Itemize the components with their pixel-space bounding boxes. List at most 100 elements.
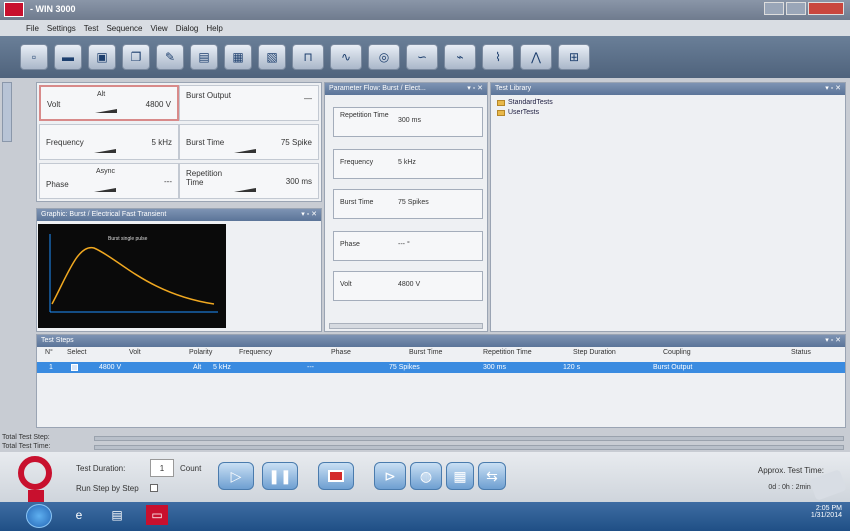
surge-wave-icon[interactable]: ∿: [330, 44, 362, 70]
col-repetition-time: Repetition Time: [483, 349, 532, 356]
export-button[interactable]: ⇆: [478, 462, 506, 490]
flow-repetition-time[interactable]: Repetition Time 300 ms: [333, 107, 483, 137]
app-taskbar-icon[interactable]: ▭: [146, 505, 168, 525]
menu-sequence[interactable]: Sequence: [106, 24, 142, 33]
param-burst-output-value: —: [304, 94, 312, 103]
ramp-wave-icon[interactable]: ⋀: [520, 44, 552, 70]
menu-view[interactable]: View: [151, 24, 168, 33]
pulse-curve: [49, 234, 218, 313]
ring-wave-icon[interactable]: ◎: [368, 44, 400, 70]
burst-pulse-plot: Burst single pulse: [38, 224, 226, 328]
stop-button[interactable]: [318, 462, 354, 490]
menu-help[interactable]: Help: [206, 24, 222, 33]
window-title: - WIN 3000: [30, 4, 76, 14]
app-brand-icon: [18, 456, 52, 490]
param-burst-time[interactable]: Burst Time 75 Spike: [179, 124, 319, 160]
menu-dialog[interactable]: Dialog: [176, 24, 199, 33]
ramp-icon: [95, 109, 117, 113]
tree-item-user-tests[interactable]: UserTests: [497, 109, 539, 116]
param-volt-value: 4800 V: [145, 100, 171, 109]
toolbar: ▫ ▬ ▣ ❐ ✎ ▤ ▦ ▧ ⊓ ∿ ◎ ∽ ⌁ ⌇ ⋀ ⊞: [0, 36, 850, 78]
file-explorer-icon[interactable]: ▤: [106, 505, 128, 525]
dips-wave-icon[interactable]: ∽: [406, 44, 438, 70]
cell-repetition-time: 300 ms: [483, 364, 506, 371]
select-checkbox[interactable]: [71, 364, 78, 371]
menu-file[interactable]: File: [26, 24, 39, 33]
flow-burst-time[interactable]: Burst Time 75 Spikes: [333, 189, 483, 219]
export-icon[interactable]: ▧: [258, 44, 286, 70]
col-select: Select: [67, 349, 87, 356]
param-phase[interactable]: Phase Async ---: [39, 163, 179, 199]
param-frequency[interactable]: Frequency 5 kHz: [39, 124, 179, 160]
copy-icon[interactable]: ❐: [122, 44, 150, 70]
report-button[interactable]: ▦: [446, 462, 474, 490]
flow-value: 300 ms: [398, 117, 421, 124]
flow-frequency[interactable]: Frequency 5 kHz: [333, 149, 483, 179]
param-volt-label: Volt: [47, 100, 61, 109]
param-burst-output[interactable]: Burst Output —: [179, 85, 319, 121]
close-button[interactable]: [808, 2, 844, 15]
side-tab[interactable]: [2, 82, 12, 142]
start-button[interactable]: [26, 504, 52, 528]
flow-value: 4800 V: [398, 281, 421, 288]
parameter-flow-panel: Parameter Flow: Burst / Elect... ▾ ▫ ✕ R…: [324, 82, 488, 332]
panel-controls-icon[interactable]: ▾ ▫ ✕: [467, 83, 483, 95]
col-polarity: Polarity: [189, 349, 213, 356]
flow-label: Frequency: [340, 159, 374, 166]
pause-button[interactable]: ❚❚: [262, 462, 298, 490]
param-repetition-time[interactable]: Repetition Time 300 ms: [179, 163, 319, 199]
play-button[interactable]: ▷: [218, 462, 254, 490]
ramp-icon: [234, 188, 256, 192]
system-clock: 2:05 PM 1/31/2014: [811, 505, 842, 519]
monitor-button[interactable]: ◍: [410, 462, 442, 490]
param-phase-sub: Async: [96, 168, 116, 175]
cell-phase: ---: [307, 364, 314, 371]
menu-settings[interactable]: Settings: [47, 24, 76, 33]
ramp-icon: [234, 149, 256, 153]
ramp-icon: [94, 149, 116, 153]
steps-header: Test Steps ▾ ▫ ✕: [37, 335, 845, 347]
param-volt-sub: Alt: [97, 91, 106, 98]
col-frequency: Frequency: [239, 349, 273, 356]
browser-icon[interactable]: e: [68, 505, 90, 525]
total-test-time-bar: [94, 445, 844, 450]
flow-label: Burst Time: [340, 199, 374, 206]
custom-wave-icon[interactable]: ⊞: [558, 44, 590, 70]
new-icon[interactable]: ▫: [20, 44, 48, 70]
table-row[interactable]: 1 4800 V Alt 5 kHz --- 75 Spikes 300 ms …: [37, 362, 845, 373]
app-brand-base-icon: [28, 490, 44, 502]
maximize-button[interactable]: [786, 2, 806, 15]
print-icon[interactable]: ▦: [224, 44, 252, 70]
total-test-step-bar: [94, 436, 844, 441]
panel-controls-icon[interactable]: ▾ ▫ ✕: [301, 209, 317, 221]
col-volt: Volt: [129, 349, 141, 356]
save-icon[interactable]: ▣: [88, 44, 116, 70]
edit-icon[interactable]: ✎: [156, 44, 184, 70]
minimize-button[interactable]: [764, 2, 784, 15]
open-folder-icon[interactable]: ▬: [54, 44, 82, 70]
report-icon[interactable]: ▤: [190, 44, 218, 70]
step-forward-button[interactable]: ⊳: [374, 462, 406, 490]
flow-value: 5 kHz: [398, 159, 416, 166]
param-volt[interactable]: Volt Alt 4800 V: [39, 85, 179, 121]
pulse-wave-icon[interactable]: ⌁: [444, 44, 476, 70]
cell-step-duration: 120 s: [563, 364, 581, 371]
flow-volt[interactable]: Volt 4800 V: [333, 271, 483, 301]
col-n: N°: [45, 349, 53, 356]
graphic-header-title: Graphic: Burst / Electrical Fast Transie…: [41, 211, 167, 218]
burst-wave-icon[interactable]: ⊓: [292, 44, 324, 70]
param-phase-value: ---: [164, 177, 172, 186]
flow-label: Repetition Time: [340, 112, 389, 119]
panel-controls-icon[interactable]: ▾ ▫ ✕: [825, 83, 841, 95]
flow-phase[interactable]: Phase --- °: [333, 231, 483, 261]
count-stepper[interactable]: 1: [150, 459, 174, 477]
panel-controls-icon[interactable]: ▾ ▫ ✕: [825, 335, 841, 347]
param-repetition-time-label: Repetition Time: [186, 169, 223, 187]
cell-coupling: Burst Output: [653, 364, 693, 371]
flow-value: --- °: [398, 241, 410, 248]
run-step-by-step-checkbox[interactable]: [150, 484, 158, 492]
transient-wave-icon[interactable]: ⌇: [482, 44, 514, 70]
menu-test[interactable]: Test: [84, 24, 99, 33]
tree-item-standard-tests[interactable]: StandardTests: [497, 99, 553, 106]
flow-scrollbar[interactable]: [329, 323, 483, 329]
